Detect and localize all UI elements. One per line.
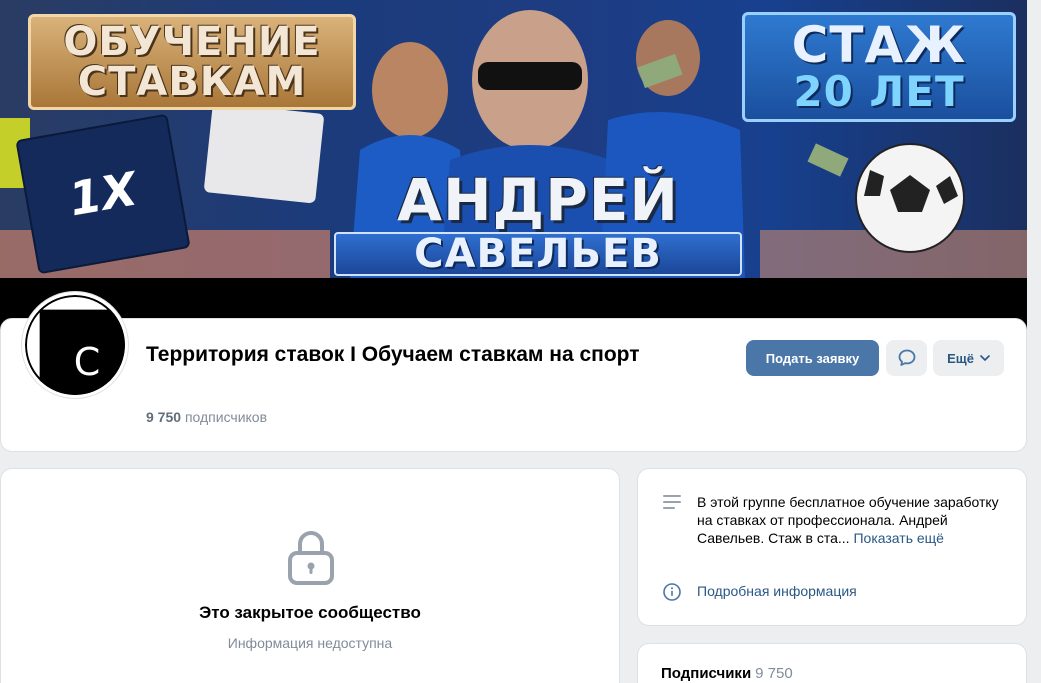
avatar-letter-c: C: [74, 340, 101, 384]
group-header-card: [0, 318, 1027, 452]
avatar-letter-t: T: [48, 304, 73, 348]
show-more-link[interactable]: Показать ещё: [853, 530, 944, 546]
group-title: Территория ставок I Обучаем ставкам на с…: [146, 343, 640, 366]
banner-text-line2: СТАВКАМ: [77, 59, 307, 105]
info-icon: [663, 583, 681, 601]
message-button[interactable]: [886, 340, 927, 376]
detailed-info-link[interactable]: Подробная информация: [697, 583, 857, 599]
subscribers-word: подписчиков: [184, 409, 268, 425]
description-text: В этой группе бесплатное обучение зарабо…: [697, 494, 999, 546]
subscribers-block-title[interactable]: Подписчики 9 750: [661, 665, 793, 682]
apply-button[interactable]: Подать заявку: [746, 340, 879, 376]
group-info-card: [637, 468, 1027, 626]
banner-text-experience: СТАЖ: [791, 16, 967, 74]
bookmaker-logo-box: 1X: [17, 115, 189, 273]
banner-plate-training: ОБУЧЕНИЕ СТАВКАМ: [28, 14, 356, 110]
subscribers-block-label: Подписчики: [661, 665, 752, 682]
group-avatar[interactable]: T C: [22, 292, 128, 398]
group-description: В этой группе бесплатное обучение зарабо…: [697, 493, 1002, 547]
banner-text-line1: ОБУЧЕНИЕ: [63, 19, 321, 65]
subscribers-count[interactable]: 9 750 подписчиков: [146, 409, 267, 425]
lock-icon: [288, 531, 334, 585]
more-label: Ещё: [947, 350, 974, 366]
banner-text-years: 20 ЛЕТ: [793, 67, 965, 116]
banner-last-name: САВЕЛЬЕВ: [334, 232, 742, 276]
banner-first-name: АНДРЕЙ: [397, 166, 679, 234]
chevron-down-icon: [980, 355, 990, 361]
message-icon: [898, 349, 915, 366]
closed-community-title: Это закрытое сообщество: [199, 603, 421, 622]
bookmaker-logo-text: 1X: [65, 161, 141, 227]
more-button[interactable]: Ещё: [933, 340, 1004, 376]
subscribers-number: 9 750: [146, 409, 182, 425]
banner-plate-name: АНДРЕЙ САВЕЛЬЕВ: [324, 168, 752, 278]
cover-image: ОБУЧЕНИЕ СТАВКАМ СТАЖ 20 ЛЕТ 1X АНДРЕЙ С…: [0, 0, 1027, 278]
banner-plate-experience: СТАЖ 20 ЛЕТ: [742, 12, 1016, 122]
avatar-logo-icon: T C: [25, 295, 125, 395]
cover-banner: ОБУЧЕНИЕ СТАВКАМ СТАЖ 20 ЛЕТ 1X АНДРЕЙ С…: [0, 0, 1027, 330]
description-icon: [663, 495, 681, 509]
closed-community-subtitle: Информация недоступна: [227, 635, 393, 651]
subscribers-block-count: 9 750: [755, 665, 793, 682]
